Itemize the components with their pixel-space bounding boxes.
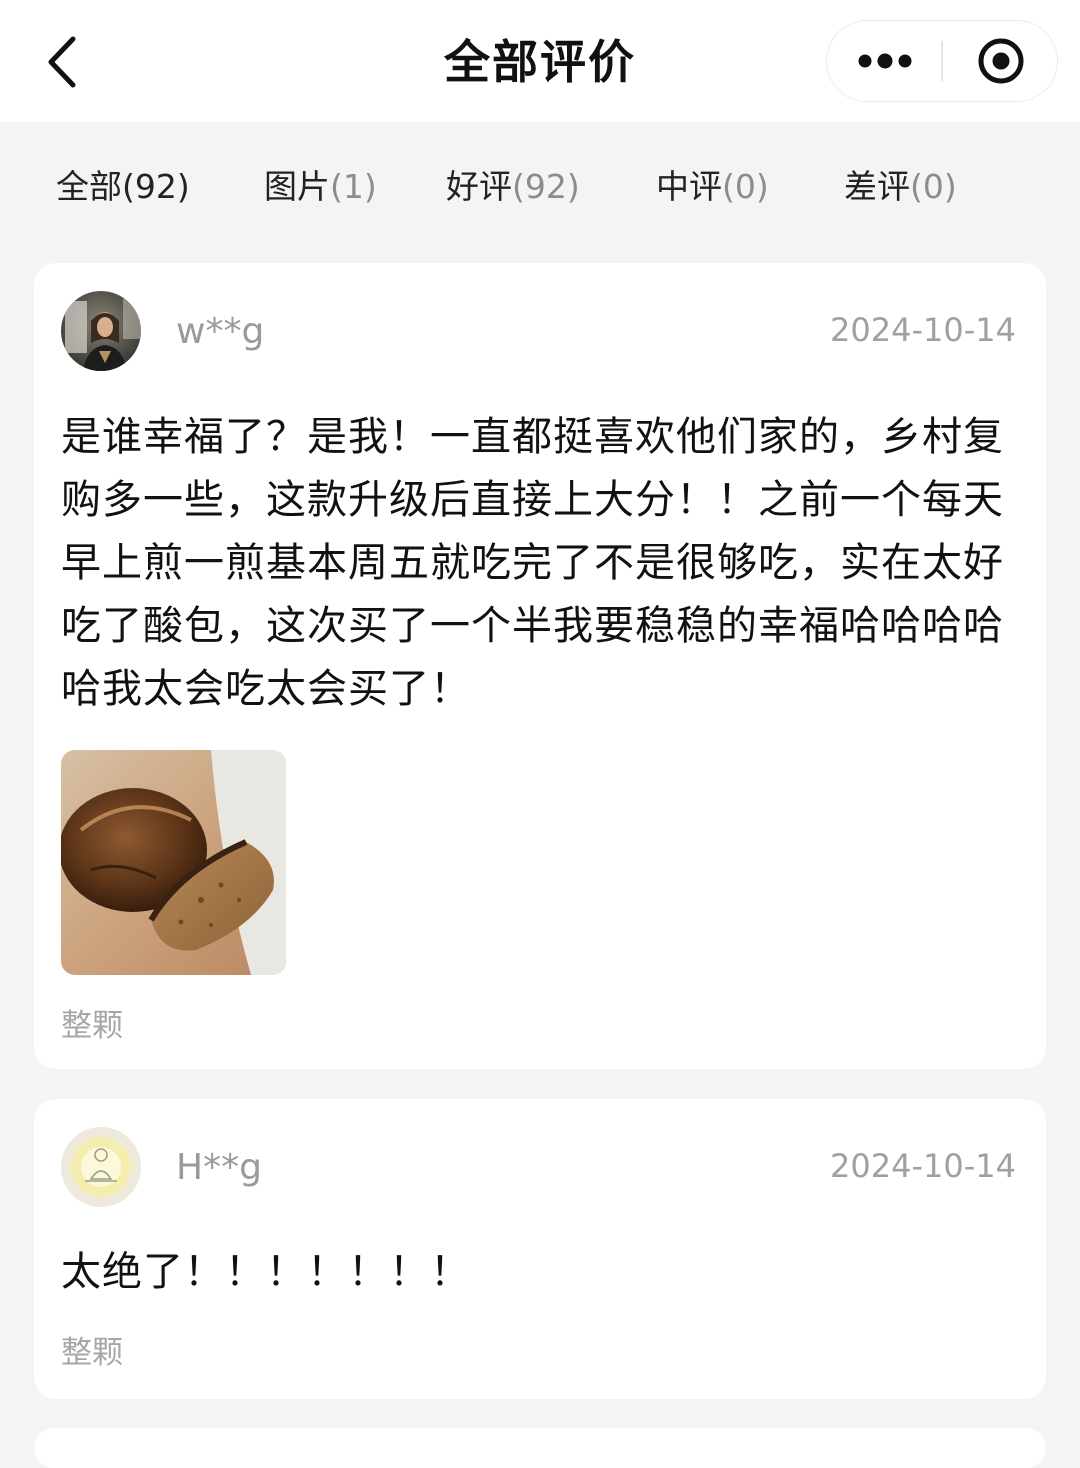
nav-bar: 全部评价	[0, 0, 1080, 122]
tab-images[interactable]: 图片(1)	[264, 160, 377, 208]
review-filter-tabs: 全部(92) 图片(1) 好评(92) 中评(0) 差评(0)	[0, 122, 1080, 246]
more-button[interactable]	[827, 21, 943, 101]
tab-count: (1)	[330, 167, 377, 206]
review-date: 2024-10-14	[830, 1147, 1016, 1185]
close-button[interactable]	[945, 21, 1057, 101]
tab-negative[interactable]: 差评(0)	[844, 160, 957, 208]
tab-label: 差评	[844, 167, 910, 206]
tab-label: 图片	[264, 167, 330, 206]
target-close-icon	[978, 38, 1024, 84]
tab-neutral[interactable]: 中评(0)	[656, 160, 769, 208]
review-date: 2024-10-14	[830, 311, 1016, 349]
review-text: 太绝了！！！！！！！	[61, 1249, 471, 1295]
review-card: H**g 2024-10-14 太绝了！！！！！！！ 整颗	[34, 1099, 1046, 1399]
review-card: w**g 2024-10-14 是谁幸福了？是我！一直都挺喜欢他们家的，乡村复购…	[34, 263, 1046, 1069]
review-spec: 整颗	[61, 1008, 123, 1044]
tab-all[interactable]: 全部(92)	[56, 160, 190, 208]
tab-count: (92)	[512, 167, 580, 206]
tab-label: 全部	[56, 167, 122, 206]
review-spec: 整颗	[61, 1335, 123, 1371]
more-dots-icon	[858, 53, 912, 69]
review-text: 是谁幸福了？是我！一直都挺喜欢他们家的，乡村复购多一些，这款升级后直接上大分！！…	[61, 414, 1004, 712]
review-card	[34, 1428, 1046, 1468]
mini-program-capsule	[826, 20, 1058, 102]
tab-label: 中评	[656, 167, 722, 206]
tab-count: (92)	[122, 167, 190, 206]
avatar[interactable]	[61, 291, 141, 371]
tab-count: (0)	[722, 167, 769, 206]
capsule-divider	[941, 41, 943, 81]
reviewer-name: H**g	[176, 1147, 262, 1188]
tab-positive[interactable]: 好评(92)	[446, 160, 580, 208]
tab-label: 好评	[446, 167, 512, 206]
review-photo[interactable]	[61, 750, 286, 975]
tab-count: (0)	[910, 167, 957, 206]
avatar[interactable]	[61, 1127, 141, 1207]
reviewer-name: w**g	[176, 311, 265, 352]
